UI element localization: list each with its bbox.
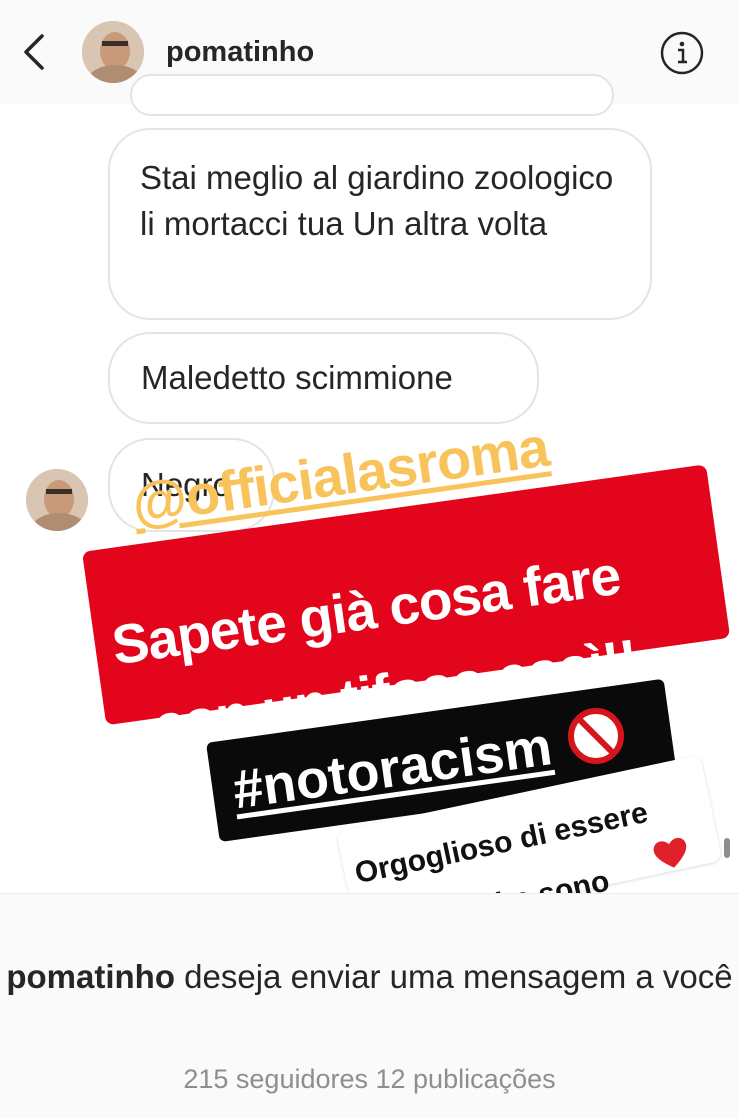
message-text: Maledetto scimmione <box>141 359 453 396</box>
message-request-panel: pomatinho deseja enviar uma mensagem a v… <box>0 893 739 1118</box>
message-request-text: pomatinho deseja enviar uma mensagem a v… <box>0 954 739 1000</box>
request-description: deseja enviar uma mensagem a você <box>175 958 733 995</box>
chevron-left-icon[interactable] <box>18 32 50 72</box>
prohibited-icon <box>568 708 624 764</box>
message-bubble-partial <box>130 74 614 116</box>
info-circle-icon[interactable] <box>658 29 706 77</box>
profile-counts: 215 seguidores 12 publicações <box>183 1064 556 1094</box>
sender-avatar[interactable] <box>26 469 88 531</box>
avatar[interactable] <box>82 21 144 83</box>
header-username[interactable]: pomatinho <box>166 36 314 69</box>
scrollbar[interactable] <box>724 838 730 858</box>
request-username[interactable]: pomatinho <box>6 958 175 995</box>
message-bubble[interactable]: Stai meglio al giardino zoologico li mor… <box>108 128 652 320</box>
message-text: Stai meglio al giardino zoologico li mor… <box>140 159 614 242</box>
message-bubble[interactable]: Maledetto scimmione <box>108 332 539 424</box>
